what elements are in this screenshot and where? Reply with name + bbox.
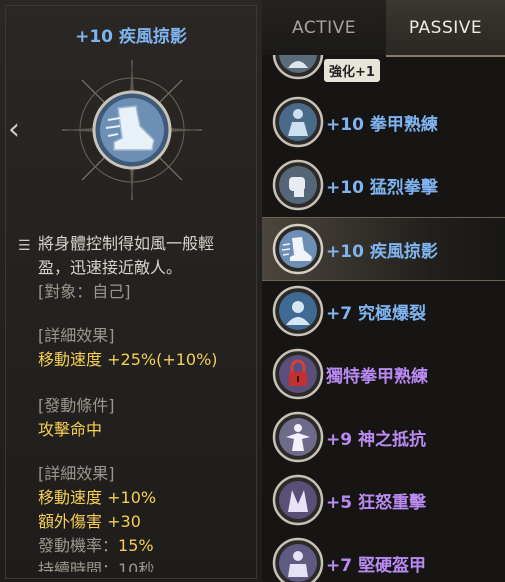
skill-name-2: +10 猛烈拳擊	[326, 177, 438, 198]
section1-stat: 移動速度	[38, 350, 103, 369]
skill-name-7: +5 狂怒重擊	[326, 492, 426, 513]
section3-stat-1: 移動速度	[38, 488, 103, 507]
section1-value: +25%(+10%)	[102, 350, 218, 369]
section1-header: [詳細效果]	[38, 326, 115, 345]
skill-item-3-selected[interactable]: +10 疾風掠影	[262, 217, 505, 281]
tab-passive[interactable]: PASSIVE	[386, 0, 505, 57]
section3-value-1: +10%	[102, 488, 157, 507]
list-icon: ☰	[18, 238, 31, 254]
skill-detail-panel: +10 疾風掠影 ‹ ☰ 將身體控制得如風一般輕 盈，迅速接近敵人。 [對象：自…	[0, 0, 263, 582]
section3-effect-3: 發動機率：15%	[38, 534, 154, 558]
skill-name-4: +7 究極爆裂	[326, 303, 426, 324]
skill-name-8: +7 堅硬盔甲	[326, 555, 426, 576]
meditation-icon	[272, 55, 324, 80]
section3-effect-2: 額外傷害 +30	[38, 510, 141, 534]
divine-figure-icon	[272, 411, 324, 463]
section3-value-3: 15%	[118, 536, 154, 555]
skill-name-5: 獨特拳甲熟練	[326, 366, 428, 387]
skill-tabs: ACTIVE PASSIVE	[262, 0, 505, 57]
section1-effect: 移動速度 +25%(+10%)	[38, 348, 218, 372]
lock-icon	[272, 348, 324, 400]
section2-text: 攻擊命中	[38, 420, 103, 439]
skill-item-5[interactable]: 獨特拳甲熟練	[262, 343, 505, 405]
description-line-2: 盈，迅速接近敵人。	[38, 258, 183, 277]
section3-effect-1: 移動速度 +10%	[38, 486, 156, 510]
skill-name-3: +10 疾風掠影	[326, 241, 438, 262]
description-line-1: 將身體控制得如風一般輕	[38, 234, 215, 253]
armor-icon	[272, 537, 324, 582]
skill-item-4[interactable]: +7 究極爆裂	[262, 280, 505, 342]
section3-stat-2: 額外傷害	[38, 512, 103, 531]
skill-item-partial[interactable]: 強化+1	[262, 55, 505, 85]
skill-name-6: +9 神之抵抗	[326, 429, 426, 450]
skill-item-1[interactable]: +10 拳甲熟練	[262, 91, 505, 153]
skill-item-6[interactable]: +9 神之抵抗	[262, 406, 505, 468]
skill-title: +10 疾風掠影	[75, 27, 187, 47]
skill-item-8[interactable]: +7 堅硬盔甲	[262, 532, 505, 582]
chevron-left-icon[interactable]: ‹	[8, 115, 20, 145]
punch-icon	[272, 159, 324, 211]
skill-item-2[interactable]: +10 猛烈拳擊	[262, 154, 505, 216]
section2-header: [發動條件]	[38, 396, 115, 415]
rage-strike-icon	[272, 474, 324, 526]
burst-icon	[272, 285, 324, 337]
skill-list: 強化+1 +10 拳甲熟練 +10 猛烈拳擊 +10 疾風掠影 +7 究極爆裂 …	[262, 55, 505, 582]
section3-value-2: +30	[102, 512, 141, 531]
section3-stat-3: 發動機率：	[38, 536, 119, 555]
winged-boot-emblem-icon	[62, 60, 202, 200]
skill-item-7[interactable]: +5 狂怒重擊	[262, 469, 505, 531]
section3-cut-line: 持續時間：10秒	[38, 560, 155, 572]
skill-name-1: +10 拳甲熟練	[326, 114, 438, 135]
section3-header: [詳細效果]	[38, 464, 115, 483]
enhance-badge: 強化+1	[324, 59, 380, 82]
winged-boot-icon	[272, 223, 324, 275]
tab-active[interactable]: ACTIVE	[262, 0, 386, 55]
skill-description: ☰ 將身體控制得如風一般輕	[18, 232, 250, 256]
target-text: [對象：自己]	[38, 282, 131, 301]
fist-aura-icon	[272, 96, 324, 148]
